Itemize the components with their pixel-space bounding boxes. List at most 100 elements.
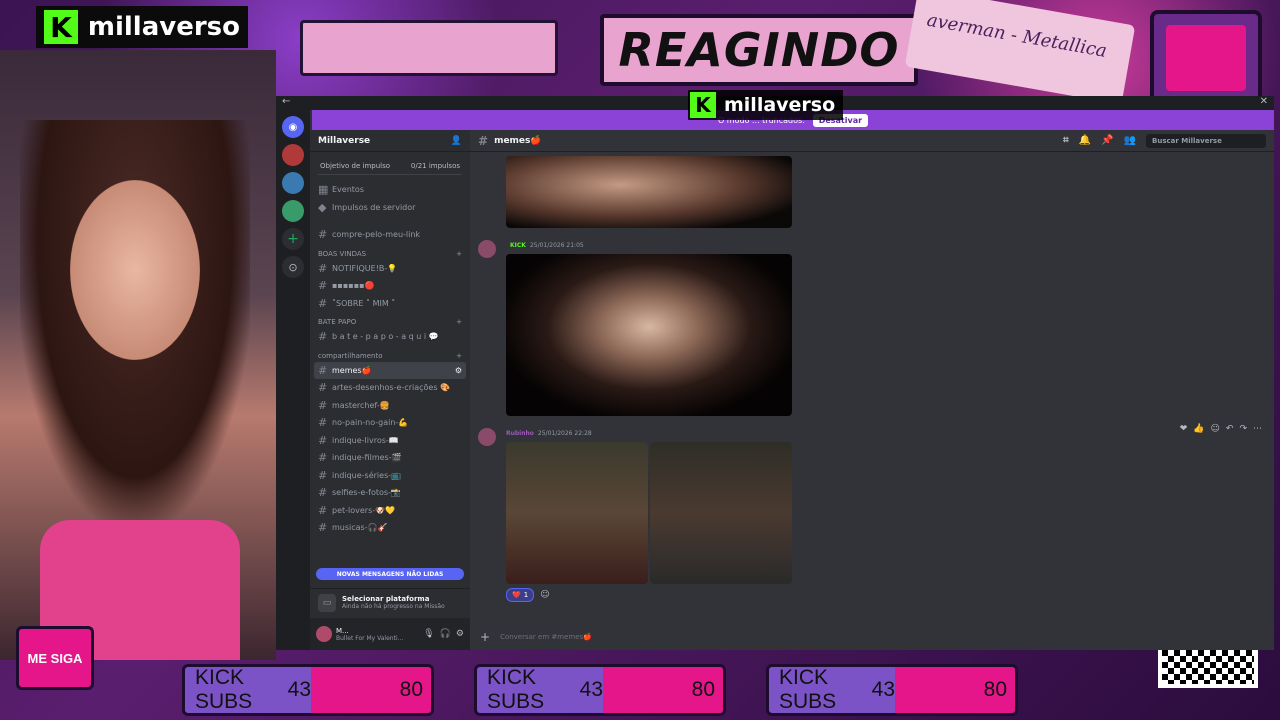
channel-item[interactable]: # indique-séries-📺 bbox=[310, 467, 470, 485]
hash-icon: # bbox=[318, 486, 328, 500]
sub-goal-current: 43 bbox=[871, 678, 895, 701]
message-image[interactable] bbox=[506, 442, 648, 584]
channel-item[interactable]: # artes-desenhos-e-criações 🎨 bbox=[310, 379, 470, 397]
channel-item[interactable]: # ▪▪▪▪▪▪🔴 bbox=[310, 277, 470, 295]
channel-item[interactable]: # ˚SOBRE ˚ MIM ˚ bbox=[310, 295, 470, 313]
nav-item-boosts[interactable]: ◆ Impulsos de servidor bbox=[310, 199, 470, 217]
hash-icon: # bbox=[318, 228, 328, 242]
sub-goal-bar-3: KICK SUBS 43 80 bbox=[766, 664, 1018, 716]
hash-icon: # bbox=[318, 521, 328, 535]
message-timestamp: 25/01/2026 21:05 bbox=[529, 242, 584, 249]
follow-badge: ME SIGA bbox=[16, 626, 94, 690]
channel-item-memes-active[interactable]: # memes🍎 ⚙ bbox=[314, 361, 466, 379]
reactions-row: ❤️ 1 ☺ bbox=[506, 588, 550, 602]
channel-item[interactable]: # masterchef-🍔 bbox=[310, 397, 470, 415]
thumbs-up-icon[interactable]: 👍 bbox=[1193, 424, 1204, 434]
channel-item[interactable]: # pet-lovers-🐶💛 bbox=[310, 502, 470, 520]
mission-title: Selecionar plataforma bbox=[342, 595, 430, 603]
server-name: Millaverse bbox=[318, 135, 371, 146]
add-reaction-icon[interactable]: ☺ bbox=[540, 590, 549, 600]
channel-item[interactable]: # b a t e - p a p o - a q u i 💬 bbox=[310, 328, 470, 346]
brand-logo: K millaverso bbox=[36, 6, 248, 48]
microphone-icon[interactable]: 🎙 bbox=[423, 629, 434, 639]
nav-item-events[interactable]: ▦ Eventos bbox=[310, 181, 470, 199]
sub-goal-bar-2: KICK SUBS 43 80 bbox=[474, 664, 726, 716]
server-icon-millaverse[interactable] bbox=[282, 144, 304, 166]
mission-panel[interactable]: ▭ Selecionar plataforma Ainda não há pro… bbox=[310, 588, 470, 616]
back-arrow-icon[interactable]: ← bbox=[282, 96, 290, 107]
close-icon[interactable]: ✕ bbox=[1260, 96, 1268, 107]
hash-icon: # bbox=[318, 363, 328, 377]
kick-logo-icon: K bbox=[44, 10, 78, 44]
add-server-icon[interactable]: + bbox=[282, 228, 304, 250]
members-icon[interactable]: 👥 bbox=[1124, 135, 1136, 146]
add-channel-icon[interactable]: + bbox=[456, 250, 462, 258]
channel-item[interactable]: # selfies-e-fotos-📸 bbox=[310, 484, 470, 502]
heart-reaction-icon[interactable]: ❤ bbox=[1180, 424, 1188, 434]
add-channel-icon[interactable]: + bbox=[456, 352, 462, 360]
reaction-pill[interactable]: ❤️ 1 bbox=[506, 588, 535, 602]
new-messages-pill[interactable]: NOVAS MENSAGENS NÃO LIDAS bbox=[316, 568, 464, 580]
search-input[interactable]: Buscar Millaverse bbox=[1146, 133, 1266, 148]
hash-icon: # bbox=[478, 133, 489, 148]
threads-icon[interactable]: ⌗ bbox=[1063, 135, 1069, 146]
sub-goal-current: 43 bbox=[579, 678, 603, 701]
category-header[interactable]: BATE PAPO + bbox=[310, 312, 470, 328]
server-list: ◉ + ⊙ bbox=[276, 110, 310, 650]
webcam-feed bbox=[0, 50, 276, 660]
bell-icon[interactable]: 🔔 bbox=[1079, 135, 1091, 146]
kick-logo-icon: K bbox=[690, 92, 716, 118]
avatar[interactable] bbox=[316, 626, 332, 642]
hash-icon: # bbox=[318, 381, 328, 395]
channel-item[interactable]: # indique-filmes-🎬 bbox=[310, 449, 470, 467]
invite-icon[interactable]: 👤 bbox=[451, 136, 462, 146]
pin-icon[interactable]: 📌 bbox=[1101, 135, 1113, 146]
message-header: KICK 25/01/2026 21:05 bbox=[506, 242, 584, 249]
avatar[interactable] bbox=[478, 428, 496, 446]
message-composer[interactable]: + Conversar em #memes🍎 bbox=[470, 626, 1274, 648]
category-header[interactable]: compartilhamento + bbox=[310, 346, 470, 362]
boost-goal-label: Objetivo de impulso bbox=[320, 162, 391, 170]
channel-item[interactable]: # indique-livros-📖 bbox=[310, 432, 470, 450]
boost-goal[interactable]: Objetivo de impulso 0/21 impulsos bbox=[318, 158, 462, 175]
headphones-icon[interactable]: 🎧 bbox=[440, 629, 451, 639]
sub-goal-current: 43 bbox=[287, 678, 311, 701]
settings-icon[interactable]: ⚙ bbox=[455, 366, 462, 375]
add-reaction-icon[interactable]: ☺ bbox=[1211, 424, 1220, 434]
hash-icon: # bbox=[318, 398, 328, 412]
overlay-tv-icon bbox=[1150, 10, 1262, 106]
server-folder-icon[interactable] bbox=[282, 200, 304, 222]
boost-icon: ◆ bbox=[318, 200, 327, 214]
message-timestamp: 25/01/2026 22:28 bbox=[537, 430, 592, 437]
platform-icon: ▭ bbox=[318, 593, 336, 612]
attach-plus-icon[interactable]: + bbox=[480, 630, 490, 644]
sub-goal-target: 80 bbox=[603, 667, 723, 713]
channel-item[interactable]: # musicas-🎧🎸 bbox=[310, 519, 470, 537]
channel-item[interactable]: # NOTIFIQUE!B-💡 bbox=[310, 260, 470, 278]
discord-home-icon[interactable]: ◉ bbox=[282, 116, 304, 138]
message-image[interactable] bbox=[506, 156, 792, 228]
reaction-count: 1 bbox=[523, 591, 529, 599]
explore-icon[interactable]: ⊙ bbox=[282, 256, 304, 278]
channel-item[interactable]: # no-pain-no-gain-💪 bbox=[310, 414, 470, 432]
reply-icon[interactable]: ↶ bbox=[1226, 424, 1234, 434]
server-icon[interactable] bbox=[282, 172, 304, 194]
overlay-header-title: REAGINDO bbox=[600, 14, 918, 86]
forward-icon[interactable]: ↷ bbox=[1239, 424, 1247, 434]
gear-icon[interactable]: ⚙ bbox=[456, 629, 464, 639]
message-image[interactable] bbox=[506, 254, 792, 416]
watermark-brand-name: millaverso bbox=[724, 94, 836, 116]
more-icon[interactable]: ⋯ bbox=[1253, 424, 1262, 434]
server-header[interactable]: Millaverse 👤 bbox=[310, 130, 470, 152]
message-author[interactable]: Rubinho bbox=[506, 430, 534, 437]
kick-badge: KICK bbox=[510, 242, 526, 249]
category-header[interactable]: BOAS VINDAS + bbox=[310, 244, 470, 260]
channel-sidebar: Millaverse 👤 Objetivo de impulso 0/21 im… bbox=[310, 130, 470, 650]
hash-icon: # bbox=[318, 279, 328, 293]
message-image[interactable] bbox=[650, 442, 792, 584]
hash-icon: # bbox=[318, 503, 328, 517]
sub-goal-target: 80 bbox=[311, 667, 431, 713]
avatar[interactable] bbox=[478, 240, 496, 258]
channel-item[interactable]: # compre-pelo-meu-link bbox=[310, 226, 470, 244]
add-channel-icon[interactable]: + bbox=[456, 318, 462, 326]
